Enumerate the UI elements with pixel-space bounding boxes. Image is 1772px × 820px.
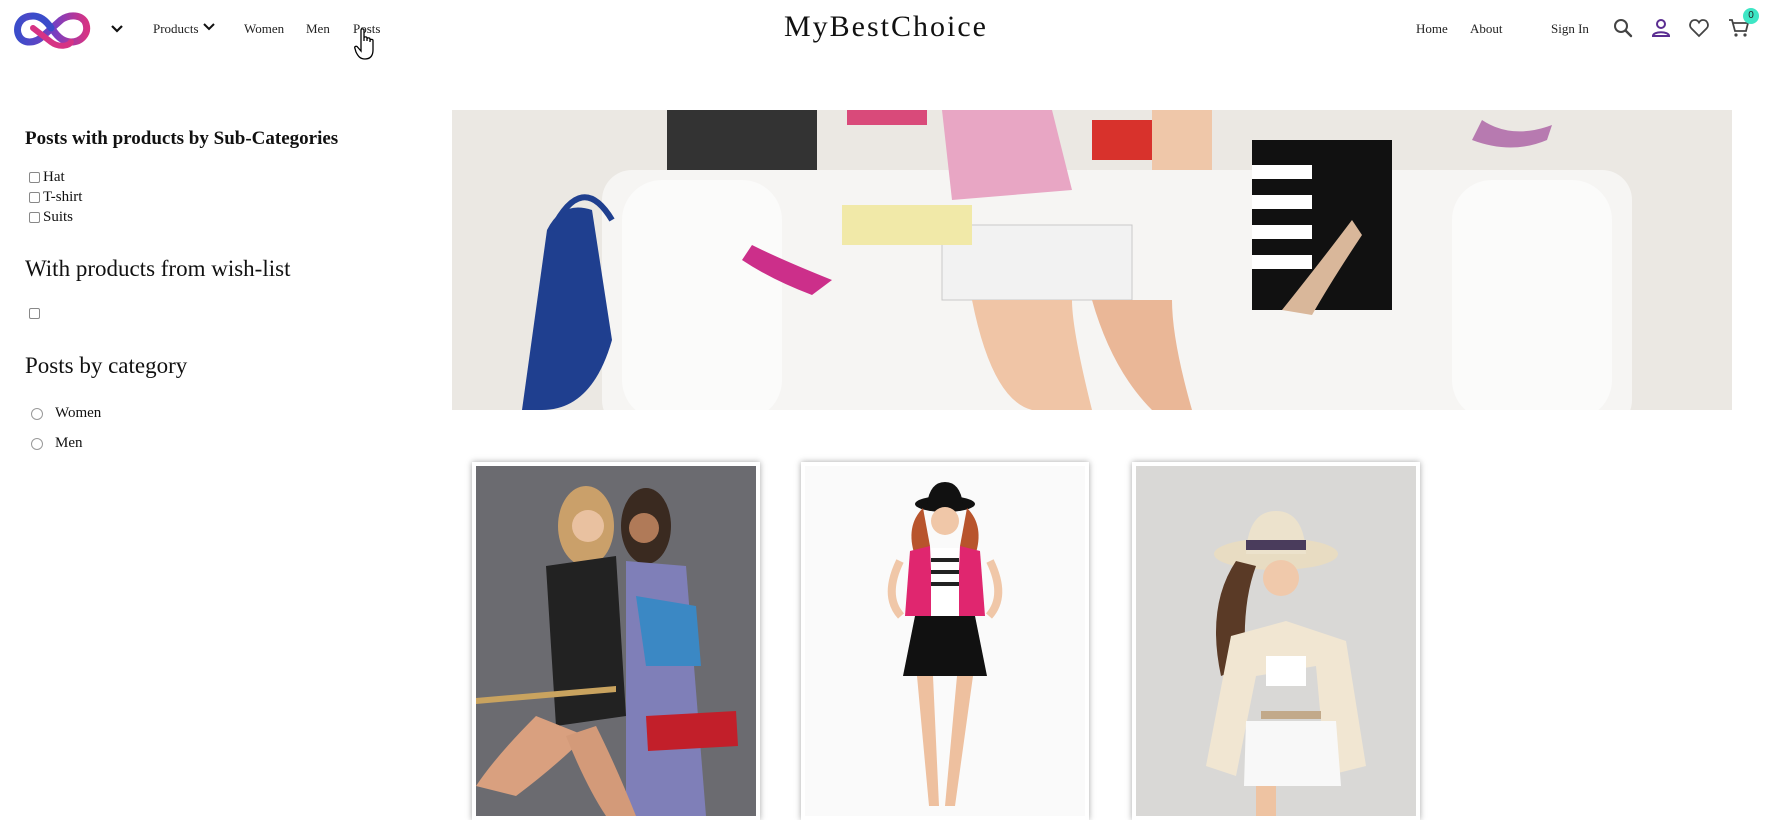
radio-button[interactable] <box>31 407 43 420</box>
post-image <box>805 466 1085 816</box>
checkbox[interactable] <box>29 212 40 223</box>
user-icon[interactable] <box>1650 17 1672 39</box>
search-icon[interactable] <box>1612 17 1634 39</box>
post-image <box>1136 466 1416 816</box>
nav-products[interactable]: Products <box>153 21 215 37</box>
category-men[interactable]: Men <box>31 435 83 452</box>
filter-t-shirt-label: T-shirt <box>43 189 83 205</box>
filter-suits[interactable]: Suits <box>29 209 73 226</box>
site-header: Products Women Men Posts MyBestChoice Ho… <box>0 0 1772 62</box>
logo[interactable] <box>13 8 91 50</box>
post-image <box>476 466 756 816</box>
category-title: Posts by category <box>25 353 188 378</box>
nav-home[interactable]: Home <box>1416 21 1448 37</box>
nav-posts[interactable]: Posts <box>353 21 380 37</box>
wishlist-checkbox[interactable] <box>29 308 40 319</box>
category-women[interactable]: Women <box>31 405 101 422</box>
subcategories-title: Posts with products by Sub-Categories <box>25 128 339 149</box>
post-card[interactable] <box>801 462 1089 820</box>
checkbox[interactable] <box>29 172 40 183</box>
post-card[interactable] <box>472 462 760 820</box>
category-women-label: Women <box>55 405 102 421</box>
nav-sign-in[interactable]: Sign In <box>1551 21 1589 37</box>
wishlist-title: With products from wish-list <box>25 256 291 281</box>
chevron-down-icon <box>202 21 215 37</box>
checkbox[interactable] <box>29 192 40 203</box>
radio-button[interactable] <box>31 437 43 450</box>
filter-suits-label: Suits <box>43 209 74 225</box>
hero-banner-image <box>452 110 1732 410</box>
post-card[interactable] <box>1132 462 1420 820</box>
chevron-down-icon[interactable] <box>110 22 124 36</box>
nav-products-label: Products <box>153 21 199 36</box>
nav-men[interactable]: Men <box>306 21 330 37</box>
filter-hat[interactable]: Hat <box>29 169 65 186</box>
nav-about[interactable]: About <box>1470 21 1503 37</box>
category-men-label: Men <box>55 435 83 451</box>
nav-women[interactable]: Women <box>244 21 284 37</box>
heart-icon[interactable] <box>1688 17 1710 39</box>
filter-t-shirt[interactable]: T-shirt <box>29 189 82 206</box>
cart-count-badge: 0 <box>1743 8 1759 24</box>
filter-hat-label: Hat <box>43 169 65 185</box>
